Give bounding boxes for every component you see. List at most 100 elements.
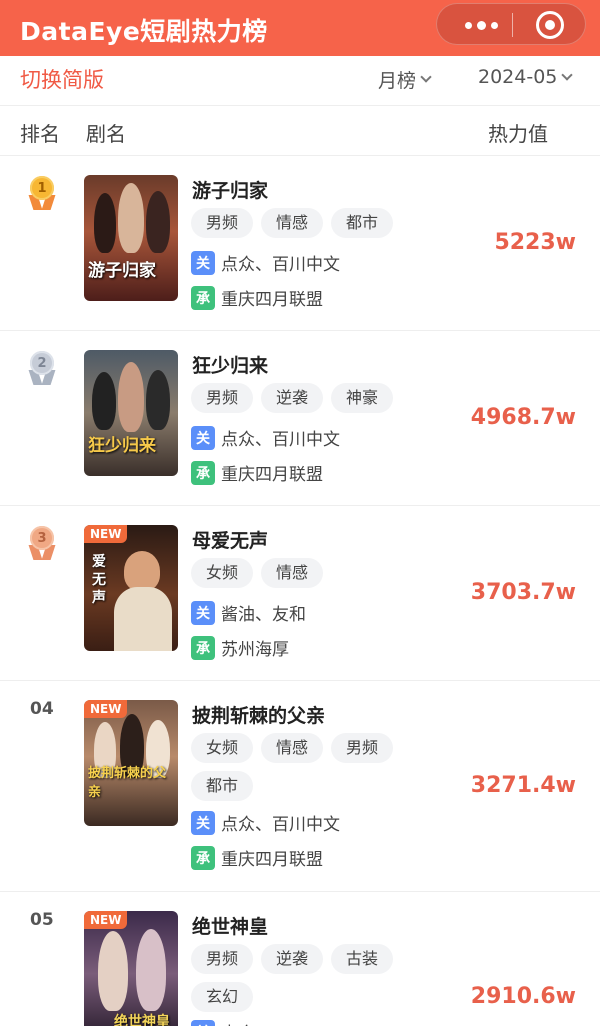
- genre-tag: 男频: [191, 208, 254, 238]
- genre-tag: 情感: [261, 558, 324, 588]
- heat-value: 3703.7w: [470, 580, 576, 605]
- new-badge: NEW: [84, 700, 128, 718]
- drama-poster[interactable]: 披荆斩棘的父亲 NEW: [84, 700, 178, 826]
- drama-title[interactable]: 绝世神皇: [192, 912, 268, 939]
- tag-list: 男频 逆袭 神豪: [191, 383, 421, 413]
- date-value: 2024-05: [478, 66, 558, 88]
- period-value: 月榜: [378, 70, 417, 92]
- publisher-badge: 关: [191, 250, 215, 275]
- genre-tag: 女频: [191, 558, 254, 588]
- drama-poster[interactable]: 狂少归来: [84, 350, 178, 476]
- genre-tag: 女频: [191, 733, 254, 763]
- heat-value: 3271.4w: [470, 773, 576, 798]
- drama-poster[interactable]: 爱无声 NEW: [84, 525, 178, 651]
- genre-tag: 都市: [331, 208, 394, 238]
- publisher-badge: 关: [191, 1019, 215, 1026]
- tag-list: 女频 情感 男频 都市: [191, 733, 421, 801]
- list-item[interactable]: 04 披荆斩棘的父亲 NEW 披荆斩棘的父亲 女频 情感 男频 都市 关 点众、…: [0, 681, 600, 892]
- poster-title: 游子归家: [88, 261, 156, 281]
- producer-text: 苏州海厚: [221, 640, 289, 660]
- page-title: DataEye短剧热力榜: [20, 17, 268, 46]
- producer-text: 重庆四月联盟: [221, 465, 323, 485]
- column-rank: 排名: [20, 122, 60, 146]
- drama-poster[interactable]: 游子归家: [84, 175, 178, 301]
- genre-tag: 情感: [261, 733, 324, 763]
- tag-list: 男频 情感 都市: [191, 208, 421, 238]
- poster-title: 披荆斩棘的父亲: [88, 766, 167, 800]
- publisher-line: 关 酱油、友和: [191, 600, 306, 625]
- drama-title[interactable]: 狂少归来: [192, 351, 268, 378]
- filter-bar: 切换简版 月榜 2024-05: [0, 56, 600, 106]
- drama-title[interactable]: 游子归家: [192, 176, 268, 203]
- bronze-medal-icon: 3: [28, 526, 56, 562]
- period-dropdown[interactable]: 月榜: [378, 66, 432, 93]
- publisher-line: 关 点众、百川中文: [191, 250, 340, 275]
- list-item[interactable]: 05 绝世神皇 NEW 绝世神皇 男频 逆袭 古装 玄幻 关 点众 2910.6…: [0, 892, 600, 1026]
- genre-tag: 男频: [191, 383, 254, 413]
- chevron-down-icon: [561, 68, 574, 81]
- column-name: 剧名: [86, 122, 126, 146]
- heat-value: 5223w: [494, 230, 576, 255]
- drama-title[interactable]: 披荆斩棘的父亲: [192, 701, 325, 728]
- gold-medal-icon: 1: [28, 176, 56, 212]
- target-close-icon[interactable]: [536, 11, 564, 39]
- publisher-line: 关 点众、百川中文: [191, 425, 340, 450]
- tag-list: 男频 逆袭 古装 玄幻: [191, 944, 421, 1012]
- genre-tag: 情感: [261, 208, 324, 238]
- heat-value: 4968.7w: [470, 405, 576, 430]
- poster-title: 爱无声: [92, 554, 106, 606]
- more-dots-icon[interactable]: [451, 4, 511, 46]
- producer-line: 承 苏州海厚: [191, 635, 289, 660]
- table-header: 排名 剧名 热力值: [0, 106, 600, 156]
- producer-line: 承 重庆四月联盟: [191, 460, 323, 485]
- date-dropdown[interactable]: 2024-05: [478, 66, 574, 88]
- publisher-badge: 关: [191, 600, 215, 625]
- list-item[interactable]: 1 游子归家 游子归家 男频 情感 都市 关 点众、百川中文 承 重庆四月联盟 …: [0, 156, 600, 331]
- genre-tag: 古装: [331, 944, 394, 974]
- genre-tag: 逆袭: [261, 944, 324, 974]
- rank-number: 3: [30, 526, 54, 550]
- publisher-text: 酱油、友和: [221, 605, 306, 625]
- column-heat[interactable]: 热力值: [488, 118, 548, 147]
- publisher-line: 关 点众、百川中文: [191, 810, 340, 835]
- publisher-text: 点众、百川中文: [221, 255, 340, 275]
- new-badge: NEW: [84, 911, 128, 929]
- producer-line: 承 重庆四月联盟: [191, 285, 323, 310]
- tag-list: 女频 情感: [191, 558, 421, 588]
- drama-title[interactable]: 母爱无声: [192, 526, 268, 553]
- capsule-divider: [512, 13, 513, 37]
- chevron-down-icon: [420, 71, 432, 83]
- genre-tag: 男频: [331, 733, 394, 763]
- rank-number: 05: [30, 910, 54, 930]
- top-bar: DataEye短剧热力榜: [0, 0, 600, 56]
- genre-tag: 玄幻: [191, 982, 254, 1012]
- publisher-badge: 关: [191, 425, 215, 450]
- producer-text: 重庆四月联盟: [221, 850, 323, 870]
- publisher-text: 点众、百川中文: [221, 815, 340, 835]
- publisher-text: 点众、百川中文: [221, 430, 340, 450]
- publisher-line: 关 点众: [191, 1019, 255, 1026]
- genre-tag: 都市: [191, 771, 254, 801]
- rank-number: 2: [30, 351, 54, 375]
- producer-line: 承 重庆四月联盟: [191, 845, 323, 870]
- producer-badge: 承: [191, 845, 215, 870]
- silver-medal-icon: 2: [28, 351, 56, 387]
- drama-poster[interactable]: 绝世神皇 NEW: [84, 911, 178, 1026]
- poster-title: 狂少归来: [88, 436, 156, 456]
- rank-number: 04: [30, 699, 54, 719]
- list-item[interactable]: 2 狂少归来 狂少归来 男频 逆袭 神豪 关 点众、百川中文 承 重庆四月联盟 …: [0, 331, 600, 506]
- producer-text: 重庆四月联盟: [221, 290, 323, 310]
- list-item[interactable]: 3 爱无声 NEW 母爱无声 女频 情感 关 酱油、友和 承 苏州海厚 3703…: [0, 506, 600, 681]
- mini-program-capsule: [436, 3, 586, 45]
- heat-value: 2910.6w: [470, 984, 576, 1009]
- producer-badge: 承: [191, 460, 215, 485]
- producer-badge: 承: [191, 285, 215, 310]
- genre-tag: 神豪: [331, 383, 394, 413]
- switch-simple-version-button[interactable]: 切换简版: [20, 64, 104, 94]
- new-badge: NEW: [84, 525, 128, 543]
- genre-tag: 逆袭: [261, 383, 324, 413]
- publisher-badge: 关: [191, 810, 215, 835]
- rank-number: 1: [30, 176, 54, 200]
- genre-tag: 男频: [191, 944, 254, 974]
- producer-badge: 承: [191, 635, 215, 660]
